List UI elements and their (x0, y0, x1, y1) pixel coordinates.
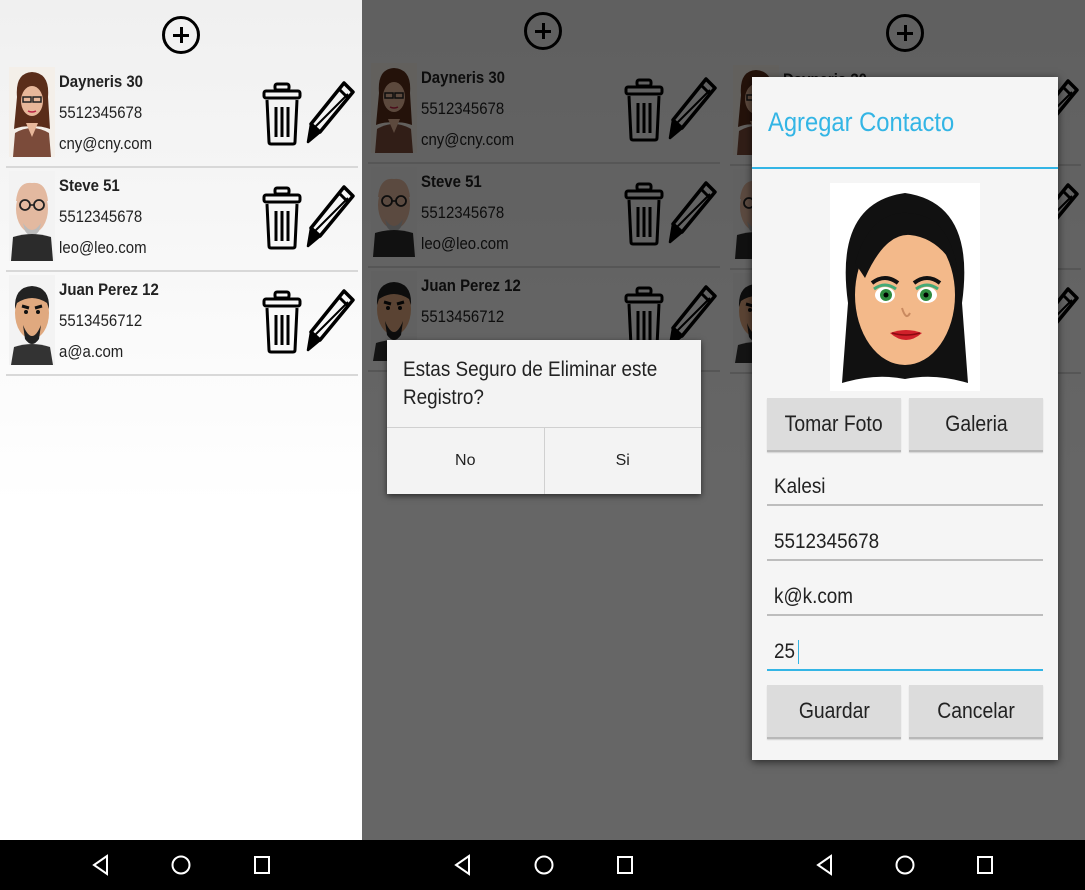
recents-icon[interactable] (251, 854, 273, 876)
contact-email: a@a.com (59, 342, 124, 361)
title-divider (752, 167, 1058, 169)
recents-icon[interactable] (974, 854, 996, 876)
bald-man-avatar (9, 275, 55, 365)
recents-icon[interactable] (614, 854, 636, 876)
trash-icon[interactable] (262, 186, 302, 250)
old-man-glasses-avatar (9, 171, 55, 261)
delete-confirm-screen: Dayneris 30 5512345678 cny@cny.com Steve… (362, 0, 724, 840)
save-button[interactable]: Guardar (767, 685, 901, 739)
gallery-button[interactable]: Galeria (909, 398, 1043, 452)
add-contact-screen: Dayneris 30 Agregar Contacto (724, 0, 1085, 840)
no-button[interactable]: No (387, 428, 544, 494)
dialog-title: Agregar Contacto (768, 107, 955, 137)
phone-field[interactable]: 5512345678 (767, 525, 1043, 561)
add-contact-dialog: Agregar Contacto Tomar Foto Galeria Kale… (752, 77, 1058, 760)
contact-name: Dayneris 30 (59, 72, 143, 91)
contact-list-screen: Dayneris 30 5512345678 cny@cny.com Steve… (0, 0, 362, 840)
contact-row[interactable]: Juan Perez 12 5513456712 a@a.com (6, 272, 358, 376)
trash-icon[interactable] (262, 82, 302, 146)
take-photo-button[interactable]: Tomar Foto (767, 398, 901, 452)
contact-row[interactable]: Dayneris 30 5512345678 cny@cny.com (6, 64, 358, 168)
delete-confirm-dialog: Estas Seguro de Eliminar este Registro? … (387, 340, 701, 494)
age-field[interactable]: 25 (767, 635, 1043, 671)
back-icon[interactable] (90, 854, 112, 876)
dialog-message: Estas Seguro de Eliminar este Registro? (403, 358, 658, 409)
home-icon[interactable] (170, 854, 192, 876)
home-icon[interactable] (894, 854, 916, 876)
email-field[interactable]: k@k.com (767, 580, 1043, 616)
contact-phone: 5512345678 (59, 207, 143, 226)
name-field[interactable]: Kalesi (767, 470, 1043, 506)
pencil-icon[interactable] (306, 184, 356, 250)
cartoon-woman-avatar[interactable] (830, 183, 980, 391)
back-icon[interactable] (452, 854, 474, 876)
contact-name: Steve 51 (59, 176, 120, 195)
yes-button[interactable]: Si (543, 428, 702, 494)
home-icon[interactable] (533, 854, 555, 876)
contact-name: Juan Perez 12 (59, 280, 159, 299)
contact-email: cny@cny.com (59, 134, 153, 153)
system-nav-bar (0, 840, 1085, 890)
contact-row[interactable]: Steve 51 5512345678 leo@leo.com (6, 168, 358, 272)
woman-glasses-avatar (9, 67, 55, 157)
back-icon[interactable] (814, 854, 836, 876)
contact-phone: 5512345678 (59, 103, 143, 122)
trash-icon[interactable] (262, 290, 302, 354)
dialog-buttons: No Si (387, 427, 701, 494)
pencil-icon[interactable] (306, 288, 356, 354)
contact-phone: 5513456712 (59, 311, 143, 330)
cancel-button[interactable]: Cancelar (909, 685, 1043, 739)
contact-list: Dayneris 30 5512345678 cny@cny.com Steve… (6, 64, 358, 376)
add-contact-icon[interactable] (162, 16, 200, 54)
contact-email: leo@leo.com (59, 238, 147, 257)
text-caret (798, 640, 800, 665)
pencil-icon[interactable] (306, 80, 356, 146)
